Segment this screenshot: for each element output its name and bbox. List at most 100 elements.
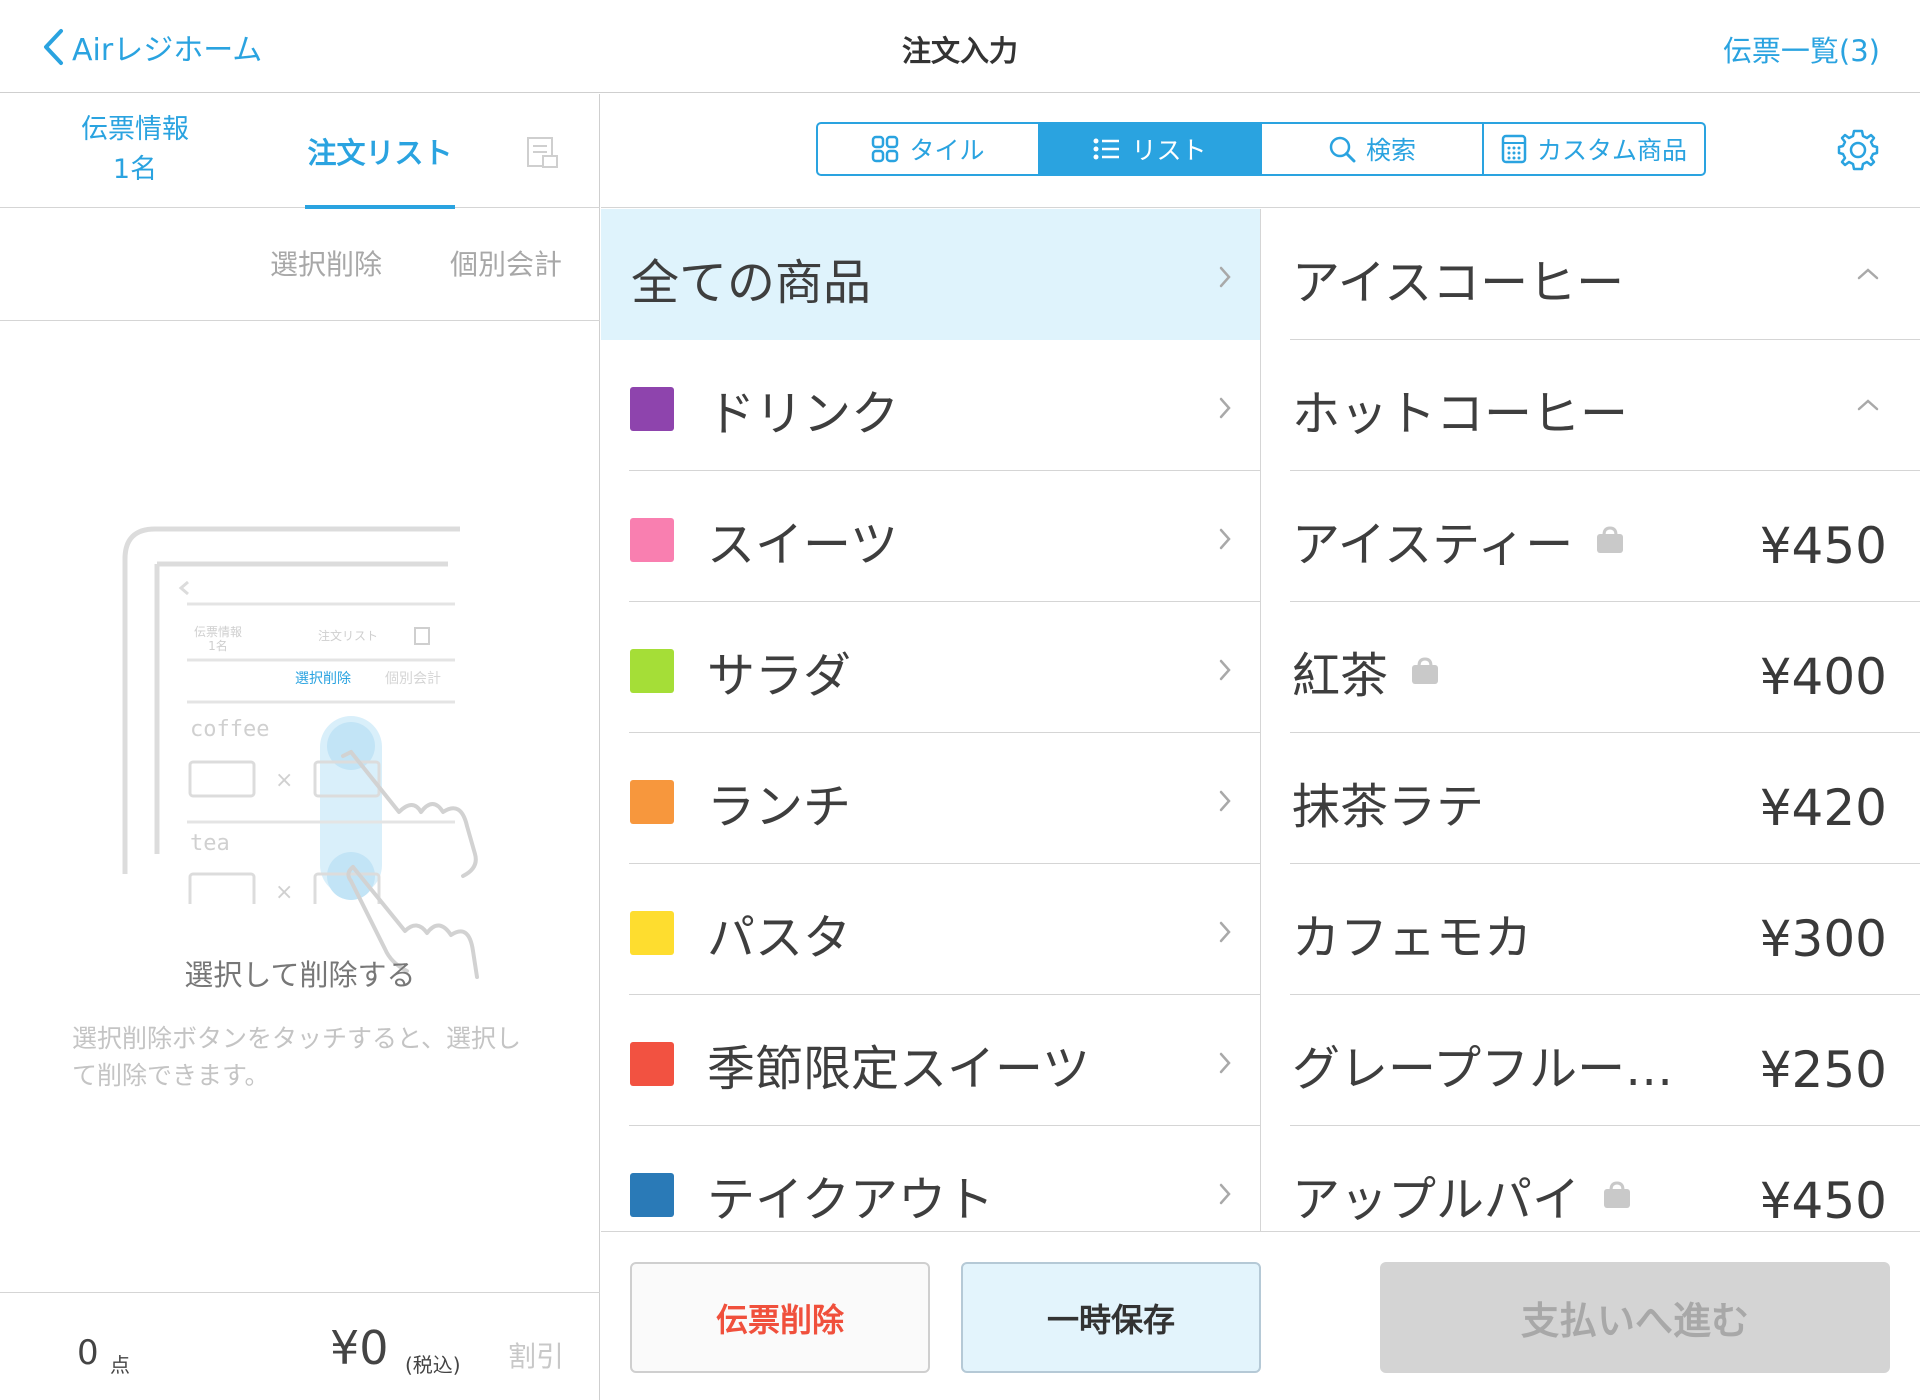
total-amount: ¥0 [330,1321,389,1375]
product-name: グレープフルー… [1292,1029,1673,1099]
order-action-bar: 伝票削除 一時保存 支払いへ進む [601,1231,1920,1400]
category-item-sweets[interactable]: スイーツ [601,471,1260,602]
product-name-text: アップルパイ [1292,1172,1581,1228]
product-price: ¥250 [1759,1041,1887,1099]
product-name-text: カフェモカ [1292,910,1533,966]
category-color-swatch [630,1173,674,1217]
category-label: テイクアウト [707,1172,995,1228]
empty-state-title: 選択して削除する [184,958,416,992]
category-color-swatch [630,387,674,431]
view-mode-custom-item-label: カスタム商品 [1536,136,1687,165]
product-name: 紅茶 [1292,636,1440,706]
product-item-apple-pie[interactable]: アップルパイ ¥450 [1262,1126,1920,1231]
category-label: ランチ [707,779,852,835]
tax-included-label: (税込) [405,1353,461,1377]
product-item-iced-tea[interactable]: アイスティー ¥450 [1262,471,1920,602]
slip-list-button[interactable]: 伝票一覧(3) [1723,28,1880,70]
delete-slip-button[interactable]: 伝票削除 [630,1262,930,1373]
calculator-icon [1501,134,1527,164]
chevron-up-icon [1857,399,1879,411]
chevron-right-icon [1219,921,1231,943]
split-payment-button[interactable]: 個別会計 [450,243,562,283]
product-name-text: グレープフルー… [1292,1041,1674,1097]
product-name: ホットコーヒー [1292,374,1628,444]
product-price: ¥300 [1759,910,1887,968]
category-color-swatch [630,1042,674,1086]
category-label: パスタ [707,910,852,966]
category-item-drink[interactable]: ドリンク [601,340,1260,471]
illustration-times-1: × [275,768,293,793]
chevron-right-icon [1219,266,1231,288]
view-mode-search-label: 検索 [1365,136,1416,165]
category-color-swatch [630,780,674,824]
chevron-right-icon [1219,659,1231,681]
product-name-text: ホットコーヒー [1292,386,1629,442]
product-list: アイスコーヒー ホットコーヒー アイスティー ¥450 紅茶 ¥400 抹茶ラテ… [1262,209,1920,1231]
category-label: ドリンク [707,386,900,442]
gear-icon[interactable] [1836,128,1880,176]
hold-order-button[interactable]: 一時保存 [961,1262,1261,1373]
item-count-unit: 点 [110,1353,130,1377]
product-name: アップルパイ [1292,1160,1632,1230]
product-item-cafe-mocha[interactable]: カフェモカ ¥300 [1262,864,1920,995]
category-color-swatch [630,649,674,693]
category-item-pasta[interactable]: パスタ [601,864,1260,995]
order-summary-footer: 0 点 ¥0 (税込) 割引 [0,1292,600,1400]
category-label: スイーツ [707,517,899,573]
navigation-bar: Airレジホーム 注文入力 伝票一覧(3) [0,0,1920,93]
view-mode-custom-item[interactable]: カスタム商品 [1484,124,1704,174]
view-toolbar: タイル リスト 検索 カスタム商品 [601,94,1920,208]
chevron-right-icon [1219,790,1231,812]
illustration-select-delete: 選択削除 [295,671,351,687]
receipt-icon[interactable] [525,134,561,174]
category-item-lunch[interactable]: ランチ [601,733,1260,864]
product-item-matcha-latte[interactable]: 抹茶ラテ ¥420 [1262,733,1920,864]
view-mode-list-label: リスト [1131,136,1207,165]
chevron-up-icon [1857,268,1879,280]
category-label: 全ての商品 [631,255,872,311]
chevron-right-icon [1219,397,1231,419]
category-color-swatch [630,911,674,955]
view-mode-search[interactable]: 検索 [1262,124,1484,174]
product-item-grapefruit[interactable]: グレープフルー… ¥250 [1262,995,1920,1126]
item-count: 0 [77,1333,99,1373]
list-icon [1093,138,1120,160]
order-side-panel: 伝票情報 1名 注文リスト 選択削除 個別会計 伝票情報 1名 注文リスト 選択… [0,94,600,1400]
discount-button[interactable]: 割引 [508,1335,564,1375]
category-color-swatch [630,518,674,562]
takeout-bag-icon [1604,1181,1631,1208]
product-name-text: アイスコーヒー [1292,255,1625,311]
proceed-to-payment-button[interactable]: 支払いへ進む [1380,1262,1890,1373]
product-name: アイスティー [1292,505,1625,575]
product-price: ¥450 [1759,1172,1887,1230]
product-item-black-tea[interactable]: 紅茶 ¥400 [1262,602,1920,733]
category-label: サラダ [707,648,852,704]
tab-slip-info-label: 伝票情報 [81,114,189,145]
illustration-item-tea: tea [190,831,230,856]
illustration-item-coffee: coffee [190,717,269,742]
category-item-seasonal-sweets[interactable]: 季節限定スイーツ [601,995,1260,1126]
product-price: ¥420 [1759,779,1887,837]
category-item-salad[interactable]: サラダ [601,602,1260,733]
tab-slip-info-guests: 1名 [112,154,158,185]
product-name: カフェモカ [1292,898,1532,968]
category-item-takeout[interactable]: テイクアウト [601,1126,1260,1231]
select-delete-button[interactable]: 選択削除 [270,243,382,283]
category-item-all[interactable]: 全ての商品 [601,209,1260,340]
chevron-right-icon [1219,1052,1231,1074]
tab-order-list[interactable]: 注文リスト [305,94,455,209]
view-mode-tile[interactable]: タイル [818,124,1040,174]
illustration-times-2: × [275,880,293,904]
product-group-hot-coffee[interactable]: ホットコーヒー [1262,340,1920,471]
product-name-text: 抹茶ラテ [1292,779,1485,835]
product-name-text: アイスティー [1292,517,1574,573]
tab-slip-info[interactable]: 伝票情報 1名 [55,110,215,190]
chevron-right-icon [1219,1183,1231,1205]
view-mode-list[interactable]: リスト [1040,124,1262,174]
grid-icon [872,135,899,163]
product-group-iced-coffee[interactable]: アイスコーヒー [1262,209,1920,340]
takeout-bag-icon [1412,657,1439,684]
page-title: 注文入力 [901,34,1018,68]
product-name: 抹茶ラテ [1292,767,1484,837]
illustration-tab-guests: 1名 [208,638,228,653]
